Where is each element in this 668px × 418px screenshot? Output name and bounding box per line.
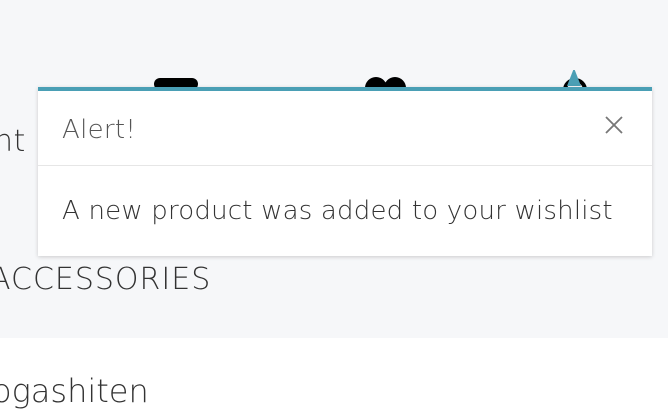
close-button[interactable] — [600, 113, 628, 141]
alert-header: Alert! — [38, 91, 652, 166]
vendor-name[interactable]: ogashiten — [0, 372, 149, 410]
category-heading[interactable]: ACCESSORIES — [0, 262, 211, 297]
alert-title: Alert! — [62, 115, 137, 145]
alert-dialog: Alert! A new product was added to your w… — [38, 87, 652, 256]
partial-nav-text: nt — [0, 124, 26, 159]
alert-body: A new product was added to your wishlist — [38, 166, 652, 256]
alert-message: A new product was added to your wishlist — [62, 196, 613, 226]
close-icon[interactable] — [604, 115, 624, 139]
